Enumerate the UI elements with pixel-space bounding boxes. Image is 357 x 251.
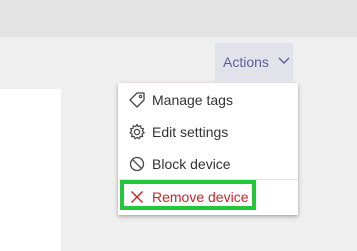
- menu-item-edit-settings[interactable]: Edit settings: [118, 117, 298, 147]
- menu-item-label: Edit settings: [152, 124, 229, 140]
- menu-item-block-device[interactable]: Block device: [118, 149, 298, 179]
- top-bar: [0, 0, 357, 37]
- gear-icon: [129, 123, 145, 140]
- menu-item-manage-tags[interactable]: Manage tags: [118, 85, 298, 115]
- block-icon: [129, 156, 145, 172]
- highlight-box: [120, 180, 256, 210]
- actions-menu: Manage tags Edit settings Block device R…: [118, 83, 298, 215]
- actions-label: Actions: [223, 54, 269, 70]
- menu-item-label: Manage tags: [152, 92, 233, 108]
- chevron-down-icon: [278, 57, 290, 64]
- content-panel: [0, 89, 61, 251]
- tag-icon: [129, 92, 145, 108]
- menu-item-label: Block device: [152, 156, 231, 172]
- actions-button[interactable]: Actions: [215, 43, 293, 81]
